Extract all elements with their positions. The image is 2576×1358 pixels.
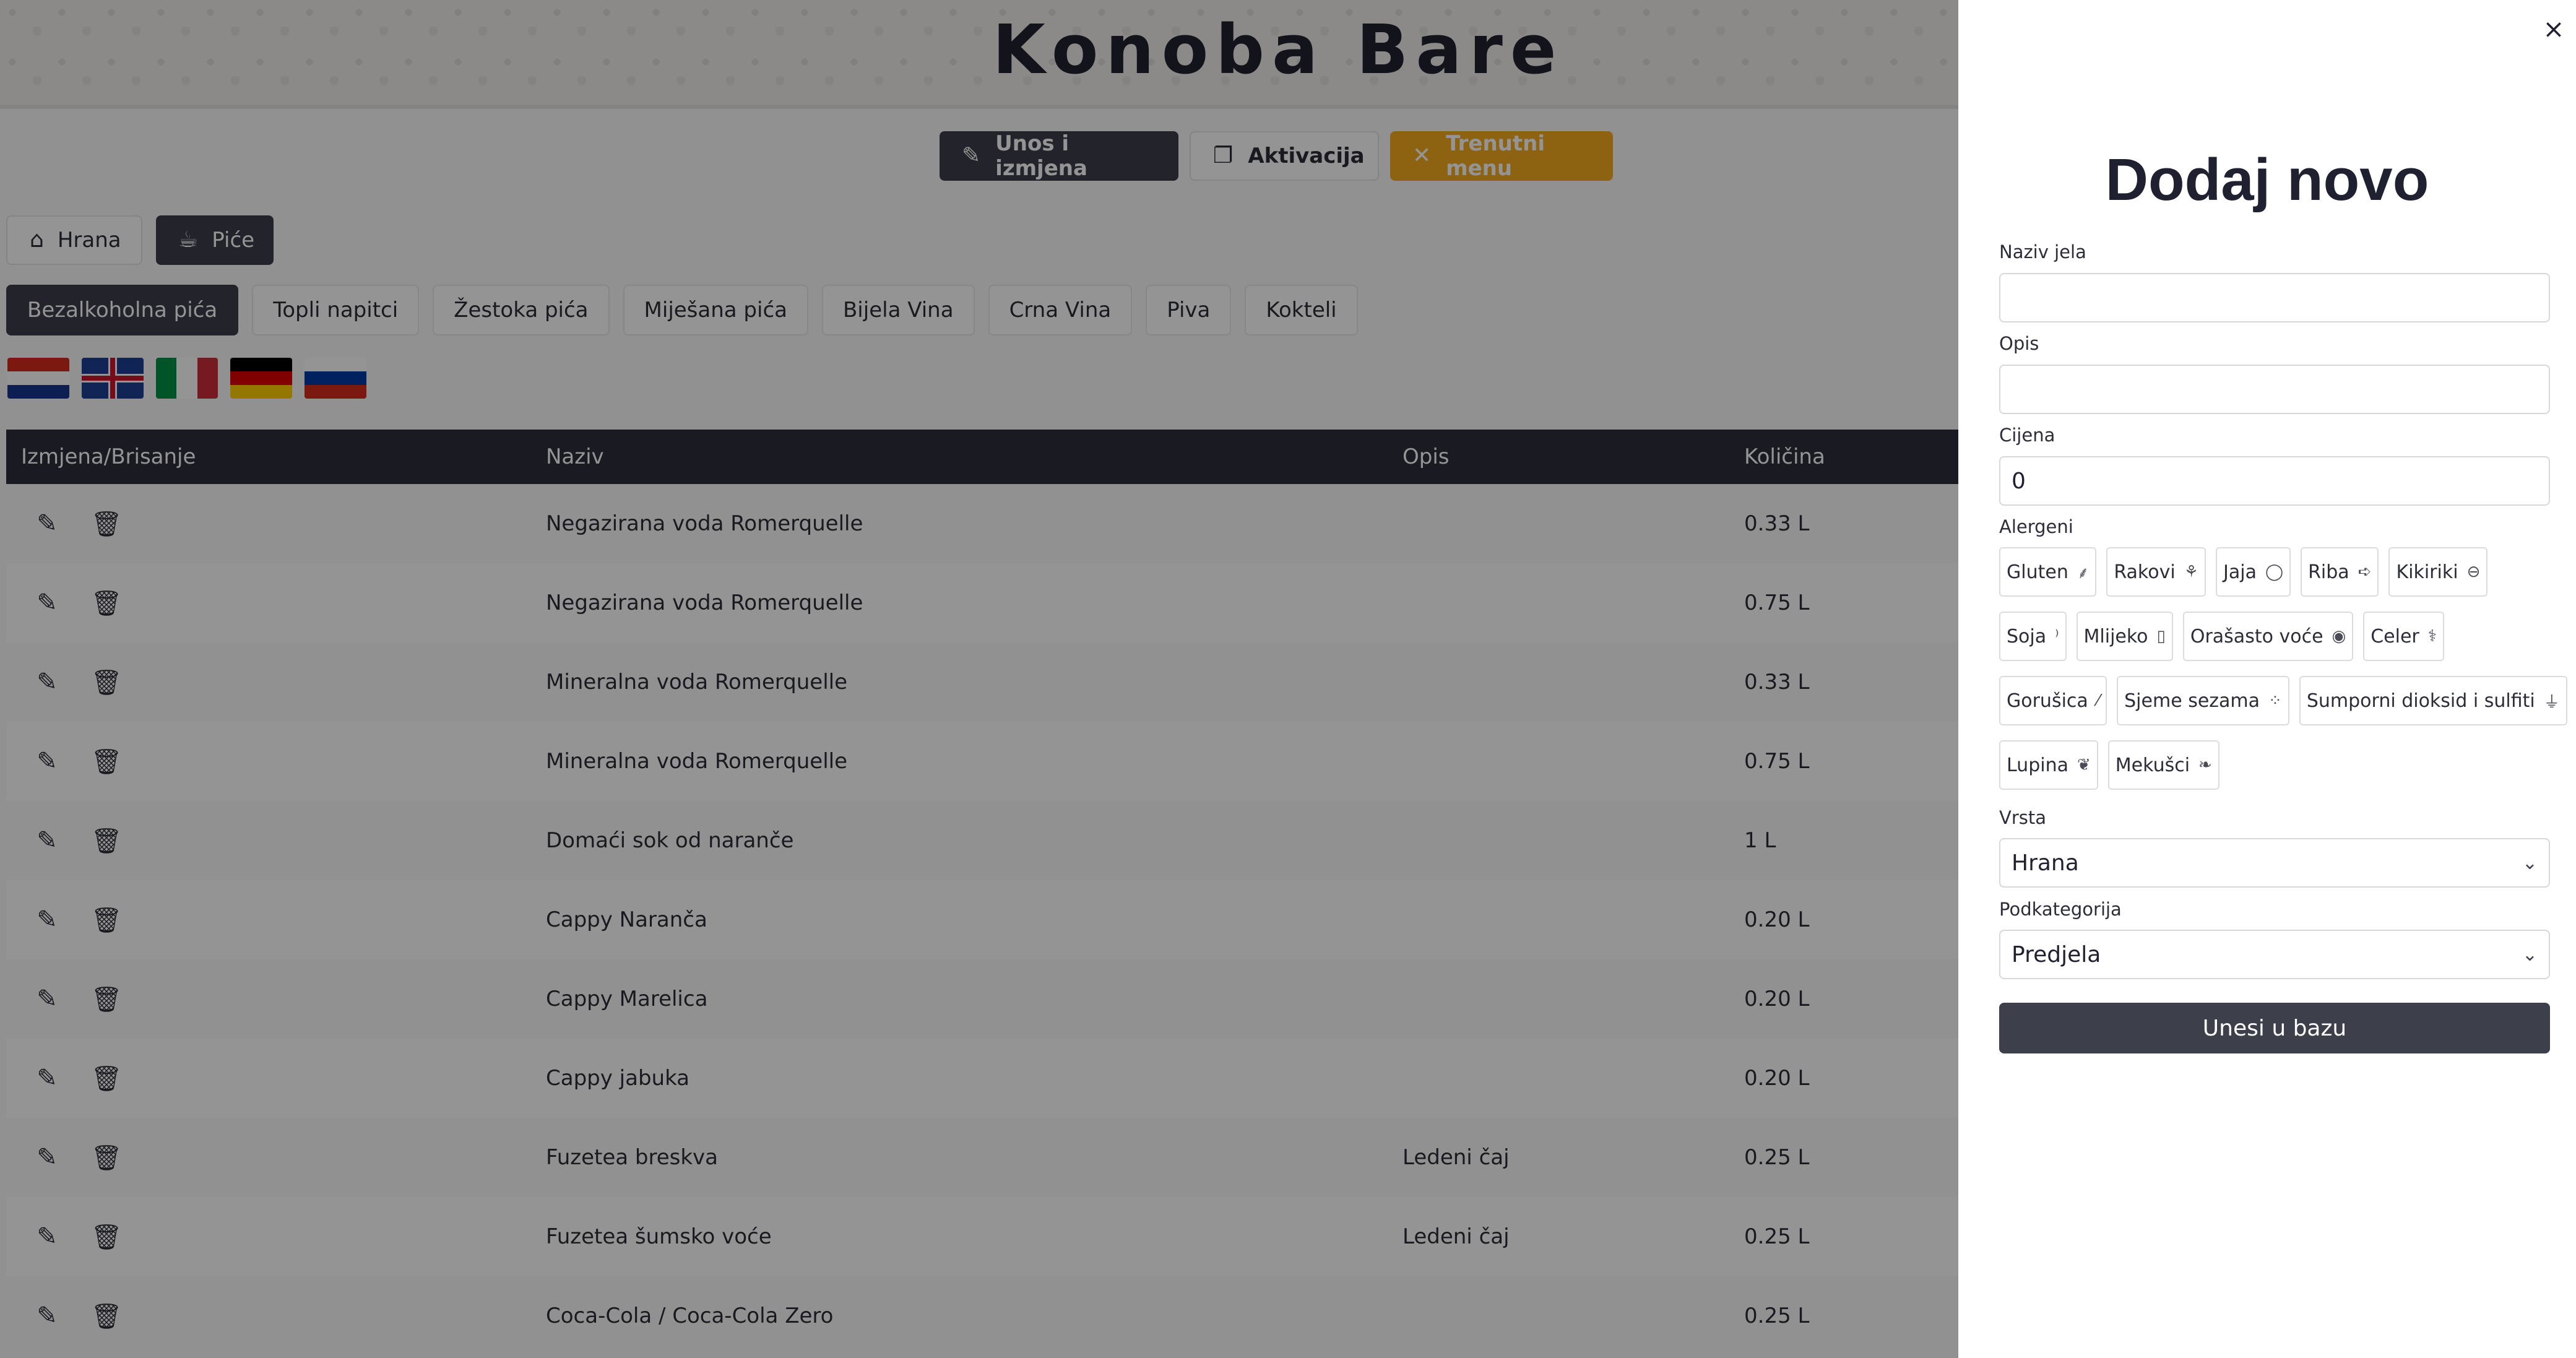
alergeni-label: Alergeni [1999, 516, 2073, 537]
modal-backdrop[interactable] [0, 0, 1958, 1358]
allergen-mlijeko[interactable]: Mlijeko ▯ [2076, 612, 2173, 661]
allergen-label: Mlijeko [2083, 625, 2148, 647]
podkategorija-value: Predjela [2012, 941, 2101, 967]
allergen-orasasto[interactable]: Orašasto voće ◉ [2182, 612, 2354, 661]
peanut-icon: ⊖ [2466, 563, 2481, 581]
allergen-riba[interactable]: Riba ➪ [2301, 547, 2379, 597]
lupin-icon: ❦ [2077, 756, 2091, 774]
allergen-lupina[interactable]: Lupina ❦ [1999, 740, 2098, 790]
podkategorija-select[interactable]: Predjela ⌄ [1999, 930, 2550, 979]
close-icon[interactable]: × [2539, 14, 2569, 44]
cijena-input[interactable]: 0 [1999, 456, 2550, 506]
allergen-gorusica[interactable]: Gorušica ⁄ [1999, 676, 2107, 725]
allergen-label: Sjeme sezama [2124, 690, 2260, 712]
allergen-label: Soja [2007, 625, 2047, 647]
crab-icon: ⚘ [2184, 563, 2198, 581]
add-new-panel: × Dodaj novo Naziv jela Opis Cijena 0 Al… [1958, 0, 2576, 1358]
podkategorija-label: Podkategorija [1999, 899, 2122, 920]
allergen-jaja[interactable]: Jaja ◯ [2216, 547, 2291, 597]
allergen-label: Orašasto voće [2190, 625, 2323, 647]
naziv-input[interactable] [1999, 273, 2550, 322]
flask-icon: ⏚ [2543, 693, 2560, 712]
allergen-label: Sumporni dioksid i sulfiti [2306, 690, 2535, 712]
allergen-label: Kikiriki [2396, 561, 2458, 583]
chevron-down-icon: ⌄ [2522, 943, 2538, 966]
allergen-chips: Gluten ⸙ Rakovi ⚘ Jaja ◯ Riba ➪ Kikiriki ⊖ So… [1999, 547, 2567, 805]
chevron-down-icon: ⌄ [2522, 852, 2538, 874]
opis-input[interactable] [1999, 365, 2550, 414]
allergen-label: Riba [2308, 561, 2349, 583]
panel-title: Dodaj novo [2105, 147, 2429, 213]
allergen-label: Mekušci [2115, 754, 2190, 776]
fish-icon: ➪ [2358, 563, 2372, 581]
soy-icon: ⁾ [2055, 627, 2059, 646]
vrsta-value: Hrana [2012, 850, 2079, 876]
allergen-label: Gorušica [2007, 690, 2088, 712]
allergen-gluten[interactable]: Gluten ⸙ [1999, 547, 2097, 597]
allergen-soja[interactable]: Soja ⁾ [1999, 612, 2067, 661]
allergen-sulfiti[interactable]: Sumporni dioksid i sulfiti ⏚ [2299, 676, 2567, 725]
allergen-rakovi[interactable]: Rakovi ⚘ [2106, 547, 2206, 597]
submit-button[interactable]: Unesi u bazu [1999, 1003, 2550, 1053]
allergen-label: Rakovi [2114, 561, 2176, 583]
allergen-label: Gluten [2007, 561, 2068, 583]
opis-label: Opis [1999, 333, 2039, 354]
shell-icon: ❧ [2198, 756, 2212, 774]
allergen-label: Lupina [2007, 754, 2068, 776]
vrsta-label: Vrsta [1999, 807, 2047, 828]
egg-icon: ◯ [2265, 563, 2284, 581]
allergen-kikiriki[interactable]: Kikiriki ⊖ [2388, 547, 2488, 597]
milk-icon: ▯ [2156, 627, 2166, 646]
allergen-sezam[interactable]: Sjeme sezama ⁘ [2117, 676, 2289, 725]
cijena-label: Cijena [1999, 425, 2055, 446]
celery-icon: ⚕ [2427, 627, 2437, 646]
allergen-label: Jaja [2223, 561, 2257, 583]
nut-icon: ◉ [2332, 627, 2346, 646]
naziv-label: Naziv jela [1999, 241, 2086, 262]
sesame-icon: ⁘ [2268, 691, 2282, 710]
wheat-icon: ⸙ [2077, 564, 2090, 582]
main-page: Konoba Bare ✎ Unos i izmjena ❐ Aktivacij… [0, 0, 1958, 1358]
allergen-celer[interactable]: Celer ⚕ [2363, 612, 2444, 661]
vrsta-select[interactable]: Hrana ⌄ [1999, 838, 2550, 888]
allergen-mekusci[interactable]: Mekušci ❧ [2107, 740, 2219, 790]
allergen-label: Celer [2371, 625, 2419, 647]
mustard-icon: ⁄ [2096, 691, 2100, 710]
